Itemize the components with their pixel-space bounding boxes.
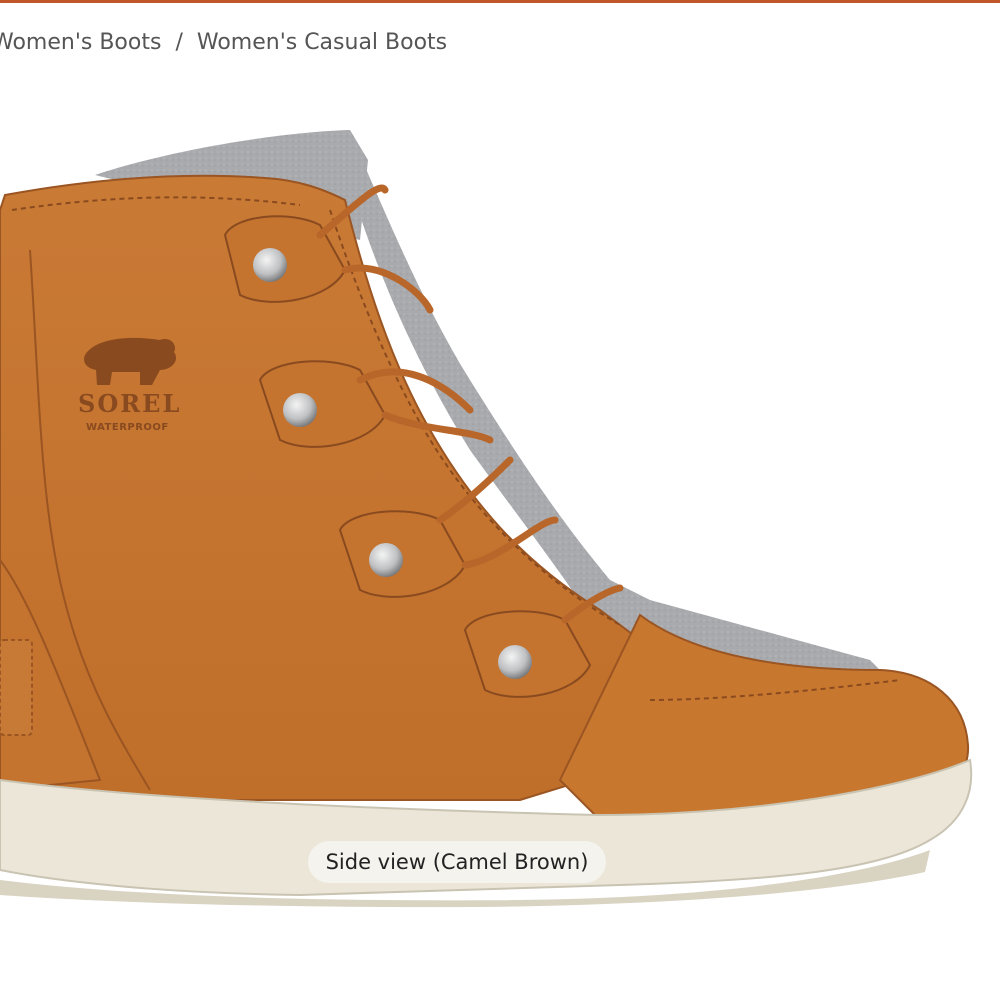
product-image[interactable]: SOREL WATERPROOF — [0, 90, 1000, 920]
svg-text:WATERPROOF: WATERPROOF — [86, 422, 169, 433]
image-caption: Side view (Camel Brown) — [308, 841, 606, 883]
rivet-icon — [253, 248, 287, 282]
breadcrumb-link-womens-boots[interactable]: Women's Boots — [0, 30, 161, 55]
rivet-icon — [498, 645, 532, 679]
image-caption-label: Side view (Camel Brown) — [325, 850, 589, 874]
heel-pull-tab — [0, 639, 33, 736]
rivet-icon — [283, 393, 317, 427]
svg-text:SOREL: SOREL — [78, 389, 181, 418]
breadcrumb: Women's Boots / Women's Casual Boots — [0, 30, 447, 55]
breadcrumb-link-womens-casual-boots[interactable]: Women's Casual Boots — [197, 30, 447, 55]
header-accent-line — [0, 0, 1000, 3]
rivet-icon — [369, 543, 403, 577]
breadcrumb-separator: / — [175, 30, 183, 55]
